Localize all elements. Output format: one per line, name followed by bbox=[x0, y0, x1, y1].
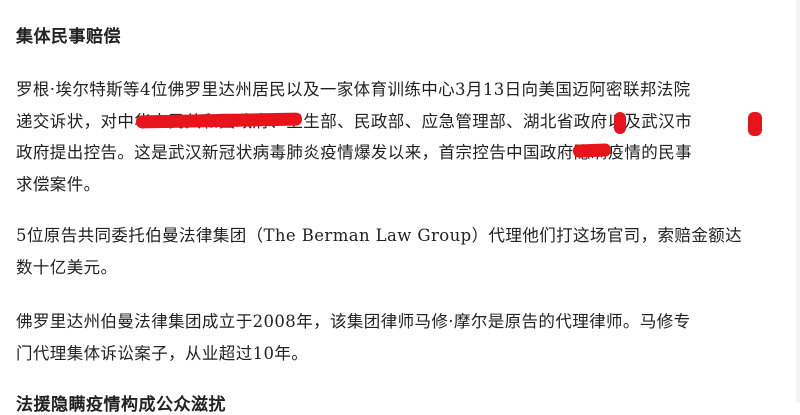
text-line: 佛罗里达州伯曼法律集团成立于2008年，该集团律师马修·摩尔是原告的代理律师。马… bbox=[16, 312, 691, 331]
section-heading: 集体民事赔偿 bbox=[16, 27, 121, 47]
text-line: 政府提出控告。这是武汉新冠状病毒肺炎疫情爆发以来，首宗控告中国政府隐瞒疫情的民事 bbox=[16, 143, 692, 162]
text-line: 数十亿美元。 bbox=[16, 257, 118, 277]
redaction-mark bbox=[572, 143, 612, 158]
paragraph-lawyer: 佛罗里达州伯曼法律集团成立于2008年，该集团律师马修·摩尔是原告的代理律师。马… bbox=[16, 306, 794, 369]
redaction-mark bbox=[614, 112, 626, 134]
text-line: 求偿案件。 bbox=[16, 174, 101, 194]
text-line: 5位原告共同委托伯曼法律集团（The Berman Law Group）代理他们… bbox=[16, 226, 743, 245]
text-line: 门代理集体诉讼案子，从业超过10年。 bbox=[16, 343, 309, 363]
scrollbar[interactable] bbox=[796, 0, 800, 403]
text-line: 罗根·埃尔特斯等4位佛罗里达州居民以及一家体育训练中心3月13日向美国迈阿密联邦… bbox=[16, 80, 691, 99]
paragraph-law-group: 5位原告共同委托伯曼法律集团（The Berman Law Group）代理他们… bbox=[16, 220, 794, 283]
paragraph-lawsuit: 罗根·埃尔特斯等4位佛罗里达州居民以及一家体育训练中心3月13日向美国迈阿密联邦… bbox=[16, 74, 794, 200]
text-line: 递交诉状，对中华人民共和国政府、卫生部、民政部、应急管理部、湖北省政府以及武汉市 bbox=[16, 111, 692, 131]
redaction-mark bbox=[748, 112, 762, 136]
